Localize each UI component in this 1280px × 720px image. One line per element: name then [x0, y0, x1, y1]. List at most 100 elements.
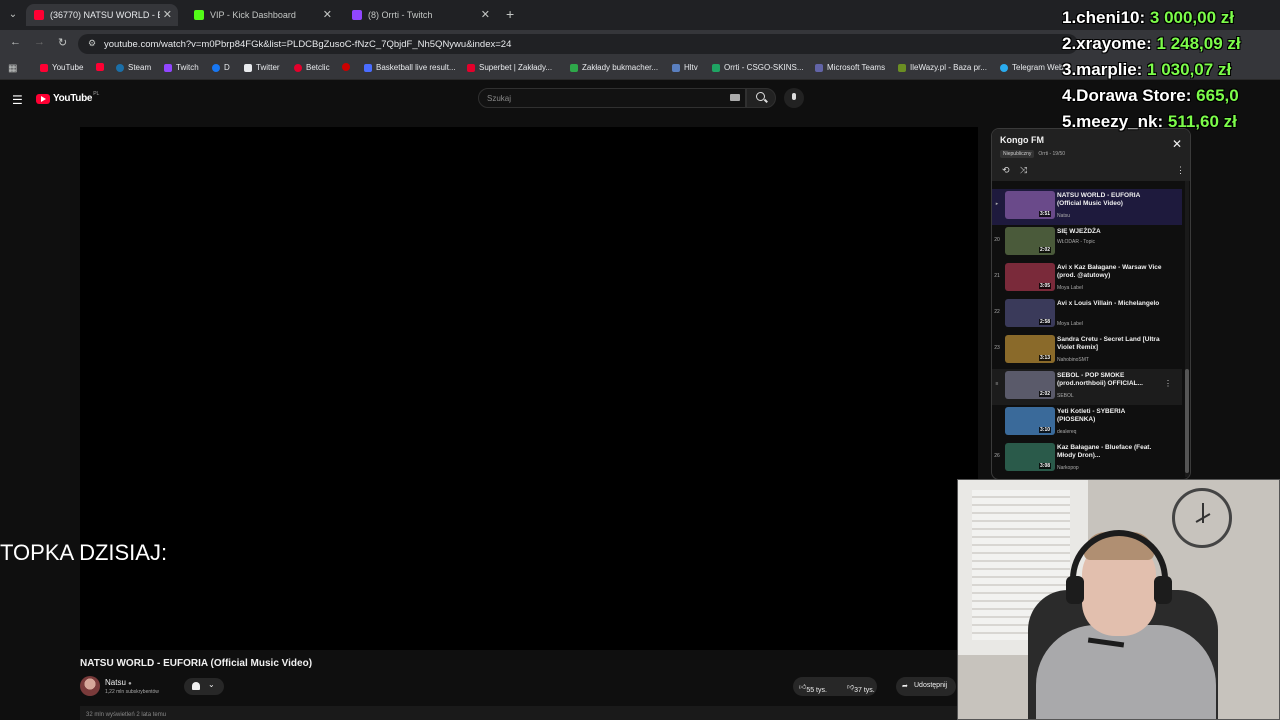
bookmark-hltv[interactable]: Hltv	[672, 63, 698, 72]
dislike-button[interactable]: 👎︎ 37 tys.	[847, 682, 875, 694]
bookmark-d[interactable]: D	[212, 63, 230, 72]
item-index: 21	[994, 273, 1000, 279]
playlist-item[interactable]: ▸ 3:51 NATSU WORLD - EUFORIA (Official M…	[992, 189, 1182, 225]
steam-icon	[116, 63, 124, 72]
bookmark-teams[interactable]: Microsoft Teams	[815, 63, 885, 72]
bookmark-label: Betclic	[306, 63, 330, 72]
item-title: Sandra Cretu - Secret Land [Ultra Violet…	[1057, 336, 1160, 351]
bookmark-red-icon[interactable]	[96, 63, 108, 71]
keyboard-icon[interactable]	[730, 94, 740, 101]
drag-handle-icon[interactable]: ≡	[992, 381, 1002, 387]
bookmark-twitch[interactable]: Twitch	[164, 63, 199, 72]
topka-label: TOPKA DZISIAJ:	[0, 540, 168, 565]
like-count: 55 tys.	[806, 687, 827, 694]
tab-twitch[interactable]: (8) Orrti - Twitch ✕	[344, 4, 496, 26]
leaderboard-amount: 3 000,00 zł	[1149, 8, 1235, 27]
bookmark-telegram[interactable]: Telegram Web	[1000, 63, 1063, 72]
dislike-count: 37 tys.	[854, 687, 875, 694]
share-button[interactable]: ➦ Udostępnij	[896, 677, 956, 696]
more-vert-icon[interactable]: ⋮	[1164, 379, 1172, 388]
tab-youtube[interactable]: (36770) NATSU WORLD - EUFO ✕	[26, 4, 178, 26]
video-player[interactable]	[80, 127, 978, 650]
forward-icon[interactable]: →	[34, 36, 45, 48]
playlist-item[interactable]: 3:10 Yeti Kotleti - SYBERIA (PIOSENKA) d…	[992, 405, 1182, 441]
search-input[interactable]: Szukaj	[478, 88, 746, 108]
site-info-icon[interactable]: ⚙	[88, 38, 96, 49]
shuffle-icon[interactable]: ⤨	[1020, 165, 1027, 176]
facebook-icon	[212, 63, 220, 72]
bookmark-label: Zakłady bukmacher...	[582, 63, 659, 72]
menu-icon[interactable]: ☰	[12, 93, 23, 107]
bookmark-superbet[interactable]: Superbet | Zakłady...	[467, 63, 552, 72]
bookmark-label: Hltv	[684, 63, 698, 72]
playlist-title[interactable]: Kongo FM	[1000, 135, 1044, 145]
youtube-logo[interactable]: YouTube PL	[36, 91, 99, 104]
kick-favicon-icon	[194, 10, 204, 20]
bookmark-betclic[interactable]: Betclic	[294, 63, 330, 72]
bell-icon	[192, 682, 200, 690]
item-title: NATSU WORLD - EUFORIA (Official Music Vi…	[1057, 192, 1141, 207]
leaderboard-amount: 665,0	[1196, 86, 1239, 105]
like-button[interactable]: 👍︎ 55 tys.	[799, 682, 827, 694]
new-tab-icon[interactable]: +	[506, 6, 514, 22]
playlist-item[interactable]: 21 3:05 Avi x Kaz Bałagane - Warsaw Vice…	[992, 261, 1182, 297]
channel-avatar[interactable]	[80, 676, 100, 696]
superbet-icon	[467, 63, 475, 72]
bookmark-zaklady[interactable]: Zakłady bukmacher...	[570, 63, 658, 72]
close-tab-icon[interactable]: ✕	[481, 8, 490, 21]
duration: 2:02	[1039, 391, 1052, 397]
reload-icon[interactable]: ↻	[58, 36, 67, 49]
item-index: 22	[994, 309, 1000, 315]
search-placeholder: Szukaj	[487, 94, 512, 103]
bookmark-basketball[interactable]: Basketball live result...	[364, 63, 456, 72]
subscriber-count: 1,22 mln subskrybentów	[105, 689, 159, 695]
video-title: NATSU WORLD - EUFORIA (Official Music Vi…	[80, 658, 313, 669]
playlist-item[interactable]: 23 3:13 Sandra Cretu - Secret Land [Ultr…	[992, 333, 1182, 369]
item-channel: SEBOL	[1057, 393, 1074, 399]
playlist-item[interactable]: 26 3:08 Kaz Bałagane - Blueface (Feat. M…	[992, 441, 1182, 477]
webcam-feed	[957, 479, 1280, 720]
zaklady-icon	[570, 63, 578, 72]
twitch-icon	[164, 63, 172, 72]
description-box[interactable]: 32 mln wyświetleń 2 lata temu	[80, 706, 958, 720]
tab-search-icon[interactable]: ⌄	[6, 8, 20, 22]
donation-leaderboard: 1.cheni10: 3 000,00 zł 2.xrayome: 1 248,…	[1062, 8, 1280, 138]
playlist-item[interactable]: 22 2:58 Avi x Louis Villain - Michelange…	[992, 297, 1182, 333]
search-button[interactable]	[746, 88, 776, 108]
channel-name[interactable]: Natsu ●	[105, 678, 132, 687]
leaderboard-name: 2.xrayome:	[1062, 34, 1152, 53]
apps-grid-icon[interactable]: ▦	[8, 63, 17, 74]
youtube-icon	[40, 63, 48, 72]
subscribed-bell-button[interactable]: ⌄	[184, 678, 224, 695]
headset-earcup	[1066, 576, 1084, 604]
close-icon[interactable]: ✕	[1172, 137, 1182, 151]
url-text: youtube.com/watch?v=m0Pbrp84FGk&list=PLD…	[104, 39, 512, 50]
like-dislike-group: 👍︎ 55 tys. 👎︎ 37 tys.	[793, 677, 877, 696]
back-icon[interactable]: ←	[10, 36, 21, 48]
bookmark-label: YouTube	[52, 63, 84, 72]
leaderboard-row: 2.xrayome: 1 248,09 zł	[1062, 34, 1280, 60]
bookmark-red-icon[interactable]	[342, 63, 354, 71]
voice-search-icon[interactable]	[784, 88, 804, 108]
item-title: Avi x Kaz Bałagane - Warsaw Vice (prod. …	[1057, 264, 1162, 279]
address-bar[interactable]: ⚙ youtube.com/watch?v=m0Pbrp84FGk&list=P…	[78, 34, 1078, 54]
tab-kick[interactable]: VIP - Kick Dashboard ✕	[186, 4, 338, 26]
bookmark-twitter[interactable]: Twitter	[244, 63, 280, 72]
close-tab-icon[interactable]: ✕	[323, 8, 332, 21]
item-channel: Moya Label	[1057, 321, 1083, 327]
bookmark-youtube[interactable]: YouTube	[40, 63, 83, 72]
loop-icon[interactable]: ⟲	[1002, 165, 1010, 176]
bookmark-steam[interactable]: Steam	[116, 63, 151, 72]
bookmark-csgo-skins[interactable]: Orrti - CSGO-SKINS...	[712, 63, 804, 72]
playlist-item[interactable]: ≡ 2:02 SEBOL - POP SMOKE (prod.northboii…	[992, 369, 1182, 405]
headset-earcup	[1154, 576, 1172, 604]
bookmark-icon	[342, 63, 350, 71]
playlist-scrollbar[interactable]	[1185, 181, 1189, 477]
leaderboard-name: 3.marplie:	[1062, 60, 1143, 79]
close-tab-icon[interactable]: ✕	[163, 8, 172, 21]
more-vert-icon[interactable]: ⋮	[1176, 165, 1185, 176]
bookmark-ilewazy[interactable]: IleWazy.pl - Baza pr...	[898, 63, 987, 72]
item-index: 23	[994, 345, 1000, 351]
playlist-item[interactable]: 20 2:02 SIĘ WJEŻDŻA WŁODAR - Topic	[992, 225, 1182, 261]
scrollbar-thumb[interactable]	[1185, 369, 1189, 473]
